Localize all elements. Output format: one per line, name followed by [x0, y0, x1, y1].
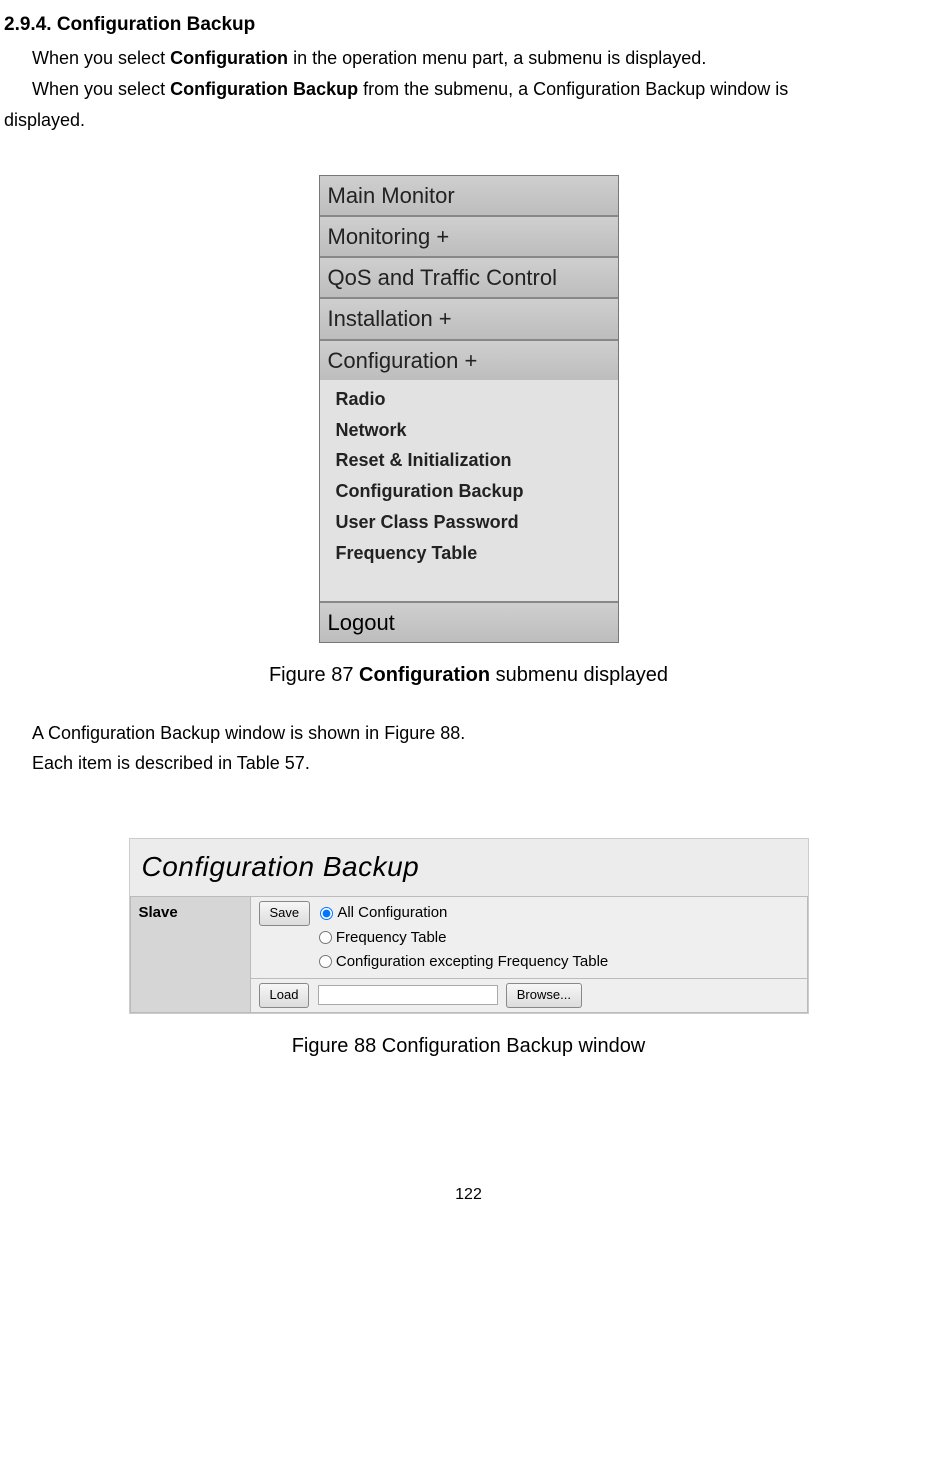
menu-item-installation[interactable]: Installation + — [320, 299, 618, 340]
radio-except-freq[interactable] — [319, 955, 332, 968]
radio-except-freq-label: Configuration excepting Frequency Table — [336, 953, 608, 970]
submenu-item-radio[interactable]: Radio — [320, 384, 618, 415]
text: in the operation menu part, a submenu is… — [288, 48, 706, 68]
figure-87-caption: Figure 87 Configuration submenu displaye… — [4, 659, 933, 691]
menu-item-configuration[interactable]: Configuration + — [320, 341, 618, 380]
text: Figure 87 — [269, 664, 359, 686]
submenu: Radio Network Reset & Initialization Con… — [320, 380, 618, 601]
menu-item-qos[interactable]: QoS and Traffic Control — [320, 258, 618, 299]
menu-item-monitoring[interactable]: Monitoring + — [320, 217, 618, 258]
menu-item-logout[interactable]: Logout — [320, 601, 618, 642]
save-button[interactable]: Save — [259, 901, 311, 926]
text: from the submenu, a Configuration Backup… — [358, 79, 788, 99]
text: submenu displayed — [490, 664, 668, 686]
config-backup-title: Configuration Backup — [130, 839, 808, 896]
submenu-item-freq-table[interactable]: Frequency Table — [320, 538, 618, 569]
text-bold: Configuration Backup — [170, 79, 358, 99]
submenu-item-reset[interactable]: Reset & Initialization — [320, 445, 618, 476]
text: When you select — [32, 79, 170, 99]
slave-label: Slave — [130, 897, 250, 1013]
paragraph-5: Each item is described in Table 57. — [4, 749, 933, 778]
file-path-input[interactable] — [318, 985, 498, 1005]
paragraph-3: displayed. — [4, 106, 933, 135]
text-bold: Configuration — [359, 664, 490, 686]
paragraph-4: A Configuration Backup window is shown i… — [4, 719, 933, 748]
page-number: 122 — [4, 1182, 933, 1208]
section-heading: 2.9.4. Configuration Backup — [4, 10, 933, 40]
load-cell: Load Browse... — [250, 978, 807, 1012]
radio-all-config[interactable] — [320, 907, 333, 920]
submenu-item-network[interactable]: Network — [320, 415, 618, 446]
text: When you select — [32, 48, 170, 68]
config-backup-table: Slave Save All Configuration Frequency T… — [130, 896, 808, 1013]
load-button[interactable]: Load — [259, 983, 310, 1008]
radio-group: All Configuration Frequency Table Config… — [259, 904, 609, 969]
browse-button[interactable]: Browse... — [506, 983, 582, 1008]
paragraph-2: When you select Configuration Backup fro… — [4, 75, 933, 104]
radio-freq-table-label: Frequency Table — [336, 929, 447, 946]
radio-freq-table[interactable] — [319, 931, 332, 944]
radio-all-config-label: All Configuration — [337, 904, 447, 921]
config-backup-window: Configuration Backup Slave Save All Conf… — [129, 838, 809, 1013]
save-cell: Save All Configuration Frequency Table C… — [250, 897, 807, 979]
figure-88-caption: Figure 88 Configuration Backup window — [4, 1030, 933, 1062]
submenu-item-user-class[interactable]: User Class Password — [320, 507, 618, 538]
menu-item-main-monitor[interactable]: Main Monitor — [320, 176, 618, 217]
paragraph-1: When you select Configuration in the ope… — [4, 44, 933, 73]
figure-88: Configuration Backup Slave Save All Conf… — [4, 838, 933, 1013]
figure-87: Main Monitor Monitoring + QoS and Traffi… — [4, 175, 933, 643]
text-bold: Configuration — [170, 48, 288, 68]
submenu-item-config-backup[interactable]: Configuration Backup — [320, 476, 618, 507]
config-menu: Main Monitor Monitoring + QoS and Traffi… — [319, 175, 619, 643]
